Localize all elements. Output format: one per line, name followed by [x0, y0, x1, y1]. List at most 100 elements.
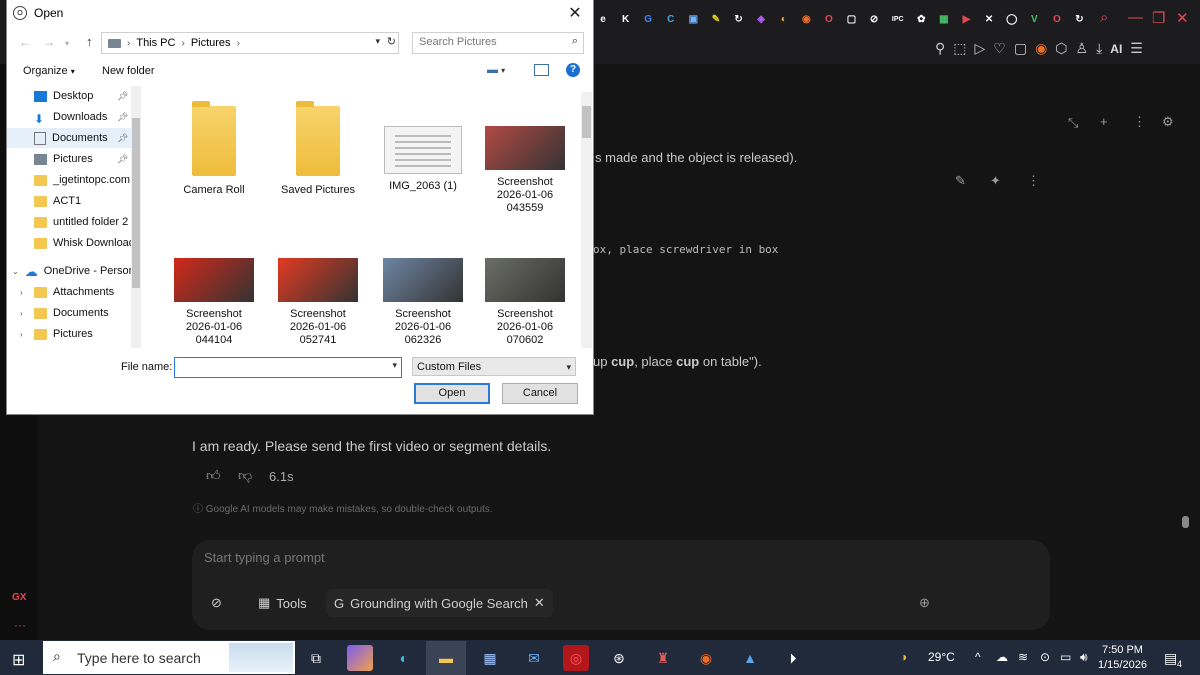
- taskbar-search[interactable]: ⌕ Type here to search: [43, 641, 295, 674]
- weather-temp[interactable]: 29°C: [928, 650, 955, 664]
- chevron-down-icon[interactable]: ▾: [375, 36, 380, 47]
- extension-icon[interactable]: O: [819, 11, 839, 27]
- sidebar-more-icon[interactable]: ···: [14, 618, 26, 632]
- screenshot-icon[interactable]: ⬚: [953, 40, 966, 57]
- more-icon[interactable]: ⋮: [1027, 173, 1040, 189]
- photos-icon[interactable]: ▲: [737, 645, 763, 671]
- nav-item[interactable]: Desktop: [7, 86, 131, 106]
- sparkle-icon[interactable]: ✦: [990, 173, 1001, 189]
- nav-item[interactable]: Documents: [7, 128, 131, 148]
- file-item[interactable]: Screenshot 2026-01-06 070602: [475, 258, 575, 347]
- forward-arrow-icon[interactable]: →: [43, 35, 55, 49]
- nav-item[interactable]: Pictures: [7, 149, 131, 169]
- weather-icon[interactable]: ◑: [900, 650, 907, 664]
- file-item[interactable]: Screenshot 2026-01-06 044104: [164, 258, 264, 347]
- edit-icon[interactable]: ✎: [955, 173, 966, 189]
- search-box[interactable]: ⌕: [412, 32, 584, 54]
- nav-scrollbar[interactable]: [131, 86, 141, 348]
- grounding-chip[interactable]: G Grounding with Google Search ✕: [326, 589, 553, 617]
- tools-button[interactable]: ▦ Tools: [250, 589, 315, 617]
- file-item[interactable]: Screenshot 2026-01-06 052741: [268, 258, 368, 347]
- tray-chevron-icon[interactable]: ^: [975, 650, 981, 664]
- file-item[interactable]: Screenshot 2026-01-06 043559: [475, 100, 575, 215]
- minimize-icon[interactable]: —: [1128, 9, 1143, 26]
- extension-icon[interactable]: ▦: [934, 11, 954, 27]
- extension-icon[interactable]: K: [616, 11, 636, 27]
- nav-item[interactable]: › Pictures: [7, 324, 131, 344]
- edge-icon[interactable]: ◐: [391, 645, 417, 671]
- open-button[interactable]: Open: [414, 383, 490, 404]
- nav-item[interactable]: untitled folder 2: [7, 212, 131, 232]
- opera-gx-icon[interactable]: ◎: [563, 645, 589, 671]
- new-folder-button[interactable]: New folder: [102, 65, 155, 77]
- chevron-down-icon[interactable]: ▾: [392, 360, 397, 371]
- recent-chevron-icon[interactable]: ▾: [65, 39, 69, 48]
- outlook-icon[interactable]: ✉: [521, 645, 547, 671]
- copilot-icon[interactable]: [347, 645, 373, 671]
- pin-icon[interactable]: 📌︎: [117, 154, 128, 165]
- file-list-scrollbar[interactable]: [581, 92, 592, 348]
- extension-icon[interactable]: ◐: [774, 11, 794, 27]
- brave-icon[interactable]: ◉: [1035, 40, 1047, 57]
- extension-icon[interactable]: G: [638, 11, 658, 27]
- breadcrumb-this-pc[interactable]: This PC: [136, 37, 175, 49]
- extension-icon[interactable]: ◈: [751, 11, 771, 27]
- breadcrumb-pictures[interactable]: Pictures: [191, 37, 231, 49]
- expand-right-icon[interactable]: ›: [20, 288, 28, 297]
- thumbs-down-icon[interactable]: 👎︎: [238, 467, 252, 484]
- brave-icon[interactable]: ◉: [693, 645, 719, 671]
- wifi-icon[interactable]: ≋: [1018, 650, 1028, 664]
- nav-item[interactable]: _igetintopc.com: [7, 170, 131, 190]
- extension-icon[interactable]: ▶: [957, 11, 977, 27]
- nav-item[interactable]: › Attachments: [7, 282, 131, 302]
- expand-right-icon[interactable]: ›: [20, 330, 28, 339]
- up-arrow-icon[interactable]: ↑: [86, 34, 93, 49]
- extension-icon[interactable]: ▢: [842, 11, 862, 27]
- taskbar-search-input[interactable]: Type here to search: [77, 650, 201, 666]
- profile-icon[interactable]: ♙: [1076, 40, 1089, 57]
- extension-icon[interactable]: ✕: [979, 11, 999, 27]
- browser-search-icon[interactable]: ⌕: [1100, 9, 1108, 26]
- pin-icon[interactable]: 📌︎: [117, 112, 128, 123]
- chatgpt-icon[interactable]: ⊛: [606, 645, 632, 671]
- thumbs-up-icon[interactable]: 👍︎: [206, 467, 221, 484]
- file-name-field[interactable]: ▾: [174, 357, 402, 378]
- nav-item[interactable]: ACT1: [7, 191, 131, 211]
- chip-close-icon[interactable]: ✕: [534, 595, 545, 611]
- expand-down-icon[interactable]: ⌄: [12, 267, 19, 276]
- cancel-button[interactable]: Cancel: [502, 383, 578, 404]
- search-input[interactable]: [413, 33, 559, 51]
- extension-icon[interactable]: IPC: [887, 11, 909, 27]
- refresh-icon[interactable]: ↻: [387, 35, 396, 48]
- heart-icon[interactable]: ♡: [993, 40, 1006, 57]
- pin-icon[interactable]: 📌︎: [117, 91, 128, 102]
- extension-icon[interactable]: ◉: [796, 11, 816, 27]
- ai-button[interactable]: AI: [1110, 42, 1122, 56]
- nav-item[interactable]: › Documents: [7, 303, 131, 323]
- menu-icon[interactable]: ☰: [1130, 40, 1143, 57]
- play-icon[interactable]: ▷: [975, 40, 986, 57]
- clock[interactable]: 7:50 PM 1/15/2026: [1098, 643, 1147, 673]
- window-close-icon[interactable]: ✕: [1176, 9, 1189, 27]
- extension-icon[interactable]: e: [593, 11, 613, 27]
- media-player-icon[interactable]: ⏵: [780, 645, 806, 671]
- tray-app-icon[interactable]: ⊙: [1040, 650, 1050, 664]
- back-arrow-icon[interactable]: ←: [19, 35, 31, 49]
- view-options-icon[interactable]: ▬ ▾: [487, 64, 505, 76]
- file-item[interactable]: Saved Pictures: [268, 100, 368, 197]
- page-scrollbar[interactable]: [1182, 516, 1189, 528]
- dialog-close-icon[interactable]: ✕: [563, 2, 587, 26]
- extension-icon[interactable]: ▣: [683, 11, 703, 27]
- preview-pane-icon[interactable]: [534, 64, 549, 76]
- more-icon[interactable]: ⋮: [1133, 114, 1146, 130]
- file-item[interactable]: IMG_2063 (1): [373, 100, 473, 193]
- store-icon[interactable]: ▦: [477, 645, 503, 671]
- wallet-icon[interactable]: ▢: [1014, 40, 1027, 57]
- expand-right-icon[interactable]: ›: [20, 309, 28, 318]
- extension-icon[interactable]: ◯: [1002, 11, 1022, 27]
- add-circle-icon[interactable]: ⊕: [919, 595, 930, 611]
- onedrive-icon[interactable]: ☁: [996, 650, 1008, 664]
- address-bar[interactable]: › This PC › Pictures › ▾ ↻: [101, 32, 399, 54]
- notification-icon[interactable]: ▤: [1164, 650, 1177, 667]
- settings-tune-icon[interactable]: ⚙: [1162, 114, 1174, 130]
